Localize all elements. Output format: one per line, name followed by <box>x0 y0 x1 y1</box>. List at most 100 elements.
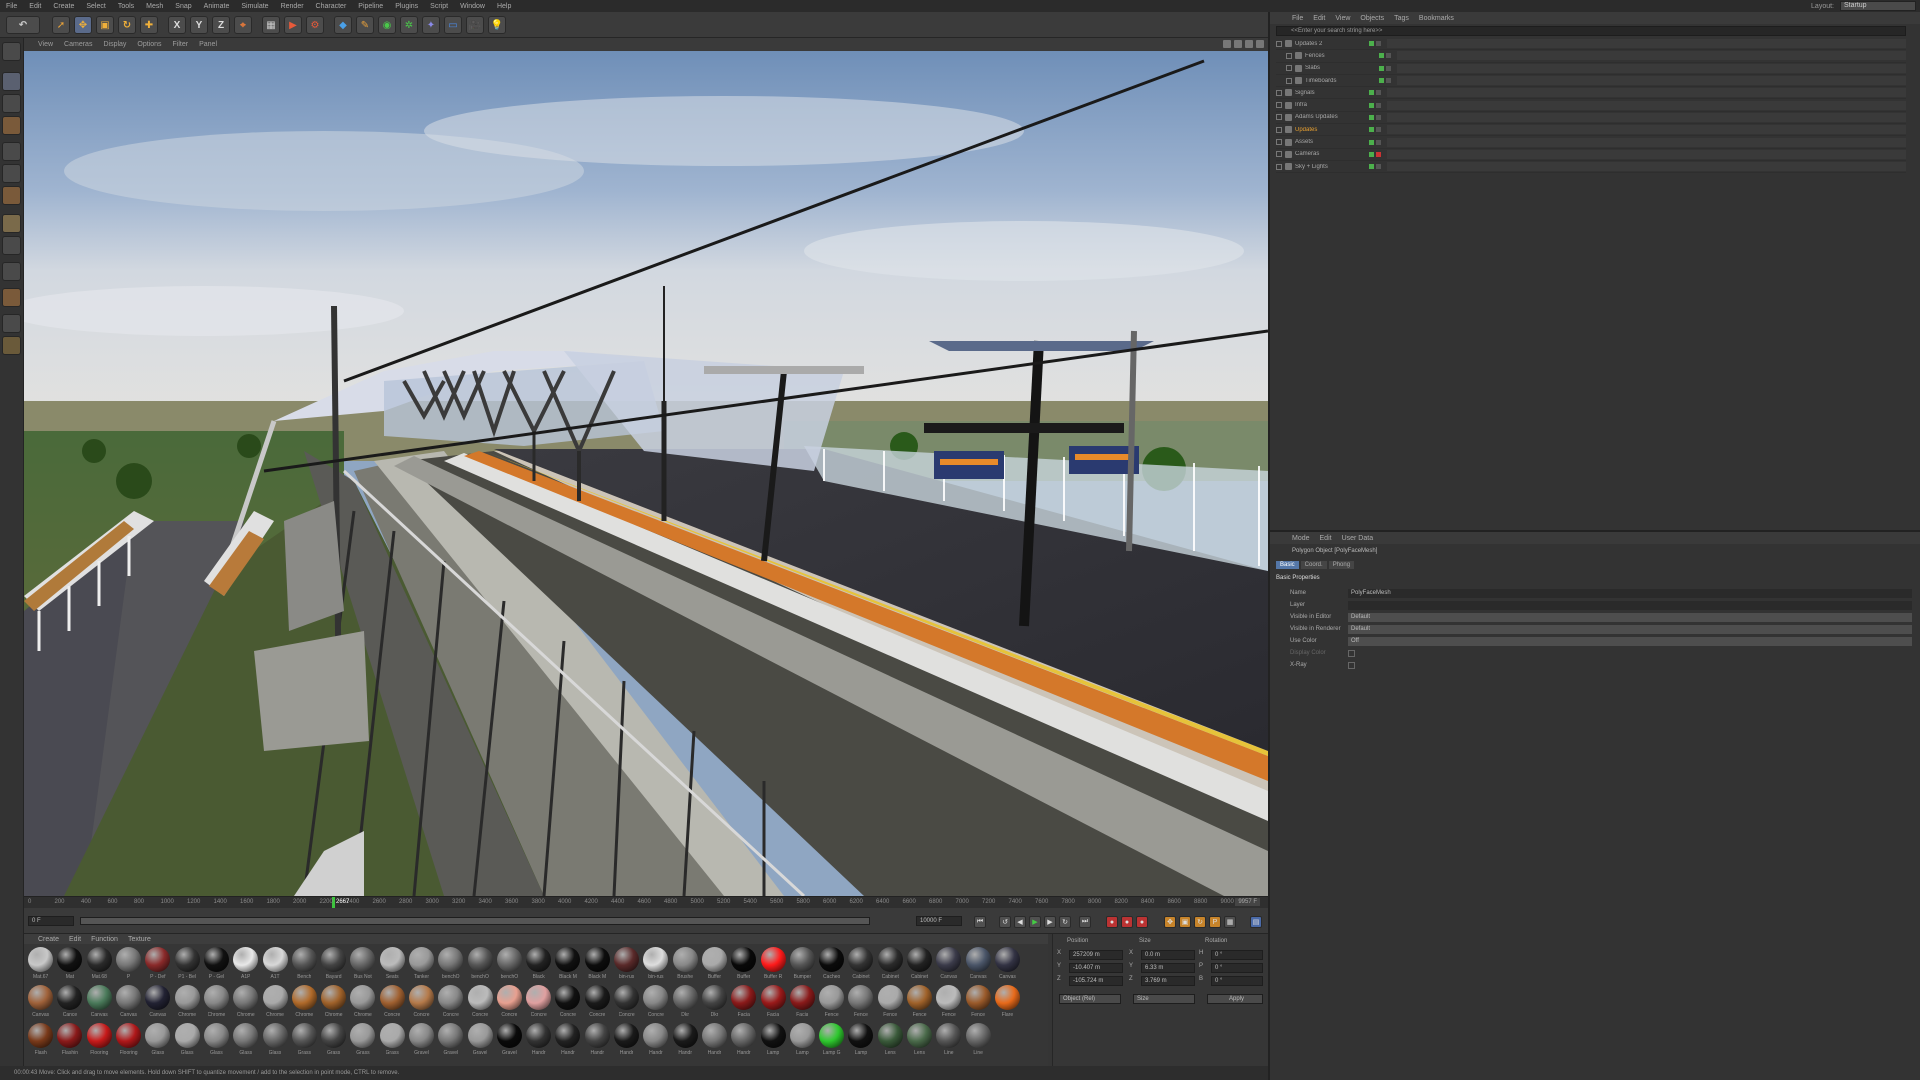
viewport-menu-view[interactable]: View <box>38 41 53 48</box>
material-swatch[interactable]: Concre <box>583 984 612 1022</box>
axis-mode-button[interactable] <box>2 214 21 233</box>
material-swatch[interactable]: Buffer R <box>758 946 787 984</box>
coordinate-mode-dropdown[interactable]: Object (Rel) <box>1059 994 1121 1004</box>
object-menu-objects[interactable]: Objects <box>1360 15 1384 22</box>
menu-item-plugins[interactable]: Plugins <box>395 3 418 10</box>
material-menu-texture[interactable]: Texture <box>128 936 151 943</box>
material-swatch[interactable]: Facia <box>758 984 787 1022</box>
material-swatch[interactable]: Handr <box>671 1022 700 1060</box>
material-swatch[interactable]: Chrome <box>231 984 260 1022</box>
render-dot-icon[interactable] <box>1376 102 1381 108</box>
object-row[interactable]: Signals <box>1276 87 1906 100</box>
material-menu-edit[interactable]: Edit <box>69 936 81 943</box>
coord-value-field[interactable]: 3.769 m <box>1141 976 1195 986</box>
layout-dropdown[interactable]: Startup <box>1840 1 1916 11</box>
material-swatch[interactable]: Cabinet <box>846 946 875 984</box>
y-axis-lock-button[interactable]: Y <box>190 16 208 34</box>
material-swatch[interactable]: Tanker <box>407 946 436 984</box>
material-swatch[interactable]: bin-rus <box>612 946 641 984</box>
material-swatch[interactable]: Handr <box>700 1022 729 1060</box>
menu-item-character[interactable]: Character <box>316 3 347 10</box>
autokeying-button[interactable]: ● <box>1121 916 1133 928</box>
timeline-ruler[interactable]: 9957 F 0 200 400 600 800 1000 1200 1400 1600 1800… <box>24 896 1268 909</box>
material-swatch[interactable]: Glass <box>260 1022 289 1060</box>
object-row[interactable]: Updates <box>1276 124 1906 137</box>
material-swatch[interactable]: Gravel <box>436 1022 465 1060</box>
material-swatch[interactable]: Cabinet <box>876 946 905 984</box>
expand-toggle-icon[interactable] <box>1276 151 1282 158</box>
attribute-tab-basic[interactable]: Basic <box>1276 561 1299 569</box>
render-dot-icon[interactable] <box>1376 114 1381 120</box>
render-dot-icon[interactable] <box>1376 90 1381 96</box>
material-swatch[interactable]: Concre <box>407 984 436 1022</box>
material-swatch[interactable]: Concre <box>553 984 582 1022</box>
render-picture-viewer-button[interactable]: ▶ <box>284 16 302 34</box>
viewport-menu-filter[interactable]: Filter <box>173 41 189 48</box>
material-swatch[interactable]: Buffer <box>729 946 758 984</box>
go-to-previous-keyframe-button[interactable]: ↺ <box>999 916 1011 928</box>
menu-item-file[interactable]: File <box>6 3 17 10</box>
render-dot-icon[interactable] <box>1376 164 1381 170</box>
pen-spline-button[interactable]: ✎ <box>356 16 374 34</box>
object-menu-file[interactable]: File <box>1292 15 1303 22</box>
points-mode-button[interactable] <box>2 142 21 161</box>
material-swatch[interactable]: Facia <box>788 984 817 1022</box>
object-menu-tags[interactable]: Tags <box>1394 15 1409 22</box>
material-swatch[interactable]: Concre <box>524 984 553 1022</box>
material-swatch[interactable]: Dkr <box>671 984 700 1022</box>
material-swatch[interactable]: P1 - Bel <box>172 946 201 984</box>
property-value-field[interactable]: Default <box>1348 612 1912 622</box>
object-menu-edit[interactable]: Edit <box>1313 15 1325 22</box>
material-swatch[interactable]: Chrome <box>319 984 348 1022</box>
property-value-field[interactable] <box>1348 600 1912 610</box>
go-to-next-keyframe-button[interactable]: ↻ <box>1059 916 1071 928</box>
render-dot-icon[interactable] <box>1386 78 1391 84</box>
material-swatch[interactable]: Handr <box>583 1022 612 1060</box>
menu-item-snap[interactable]: Snap <box>175 3 191 10</box>
material-swatch[interactable]: Gravel <box>495 1022 524 1060</box>
workplane-button[interactable] <box>2 116 21 135</box>
material-swatch[interactable]: Bayard <box>319 946 348 984</box>
preview-range-slider[interactable] <box>80 917 870 925</box>
visibility-dot-icon[interactable] <box>1379 53 1384 59</box>
array-button[interactable]: ✲ <box>400 16 418 34</box>
workplane-lock-button[interactable] <box>2 314 21 333</box>
expand-toggle-icon[interactable] <box>1276 139 1282 146</box>
coordinate-system-button[interactable]: ⌖ <box>234 16 252 34</box>
menu-item-script[interactable]: Script <box>430 3 448 10</box>
material-swatch[interactable]: Dkr <box>700 984 729 1022</box>
material-swatch[interactable]: Flash <box>26 1022 55 1060</box>
visibility-dot-icon[interactable] <box>1379 78 1384 84</box>
attribute-tab-phong[interactable]: Phong <box>1328 561 1355 569</box>
coord-value-field[interactable]: 0.0 m <box>1141 950 1195 960</box>
render-dot-icon[interactable] <box>1376 151 1381 157</box>
object-row[interactable]: Cameras <box>1276 149 1906 161</box>
texture-mode-button[interactable] <box>2 94 21 113</box>
record-rotation-button[interactable]: ↻ <box>1194 916 1206 928</box>
material-swatch[interactable]: Flare <box>993 984 1022 1022</box>
3d-viewport[interactable] <box>24 51 1268 896</box>
move-view-icon[interactable] <box>1223 40 1231 48</box>
viewport-menu-display[interactable]: Display <box>103 41 126 48</box>
material-swatch[interactable]: Concre <box>378 984 407 1022</box>
property-value-field[interactable]: PolyFaceMesh <box>1348 588 1912 598</box>
expand-toggle-icon[interactable] <box>1286 77 1292 84</box>
edges-mode-button[interactable] <box>2 164 21 183</box>
attribute-tab-coord[interactable]: Coord. <box>1300 561 1327 569</box>
keyframe-selection-button[interactable]: ● <box>1136 916 1148 928</box>
expand-toggle-icon[interactable] <box>1276 126 1282 133</box>
expand-toggle-icon[interactable] <box>1286 52 1292 59</box>
menu-item-select[interactable]: Select <box>86 3 105 10</box>
floor-button[interactable]: ▭ <box>444 16 462 34</box>
camera-button[interactable]: 🎥 <box>466 16 484 34</box>
object-row[interactable]: Adams Updates <box>1276 112 1906 125</box>
material-swatch[interactable]: Lamp <box>788 1022 817 1060</box>
material-swatch[interactable]: bin-rus <box>641 946 670 984</box>
material-swatch[interactable]: Concre <box>641 984 670 1022</box>
material-swatch[interactable]: Glass <box>172 1022 201 1060</box>
material-swatch[interactable]: Fence <box>817 984 846 1022</box>
start-frame-field[interactable]: 0 F <box>28 916 74 926</box>
expand-toggle-icon[interactable] <box>1276 102 1282 109</box>
snap-button[interactable] <box>2 262 21 281</box>
material-swatch[interactable]: Canvas <box>964 946 993 984</box>
